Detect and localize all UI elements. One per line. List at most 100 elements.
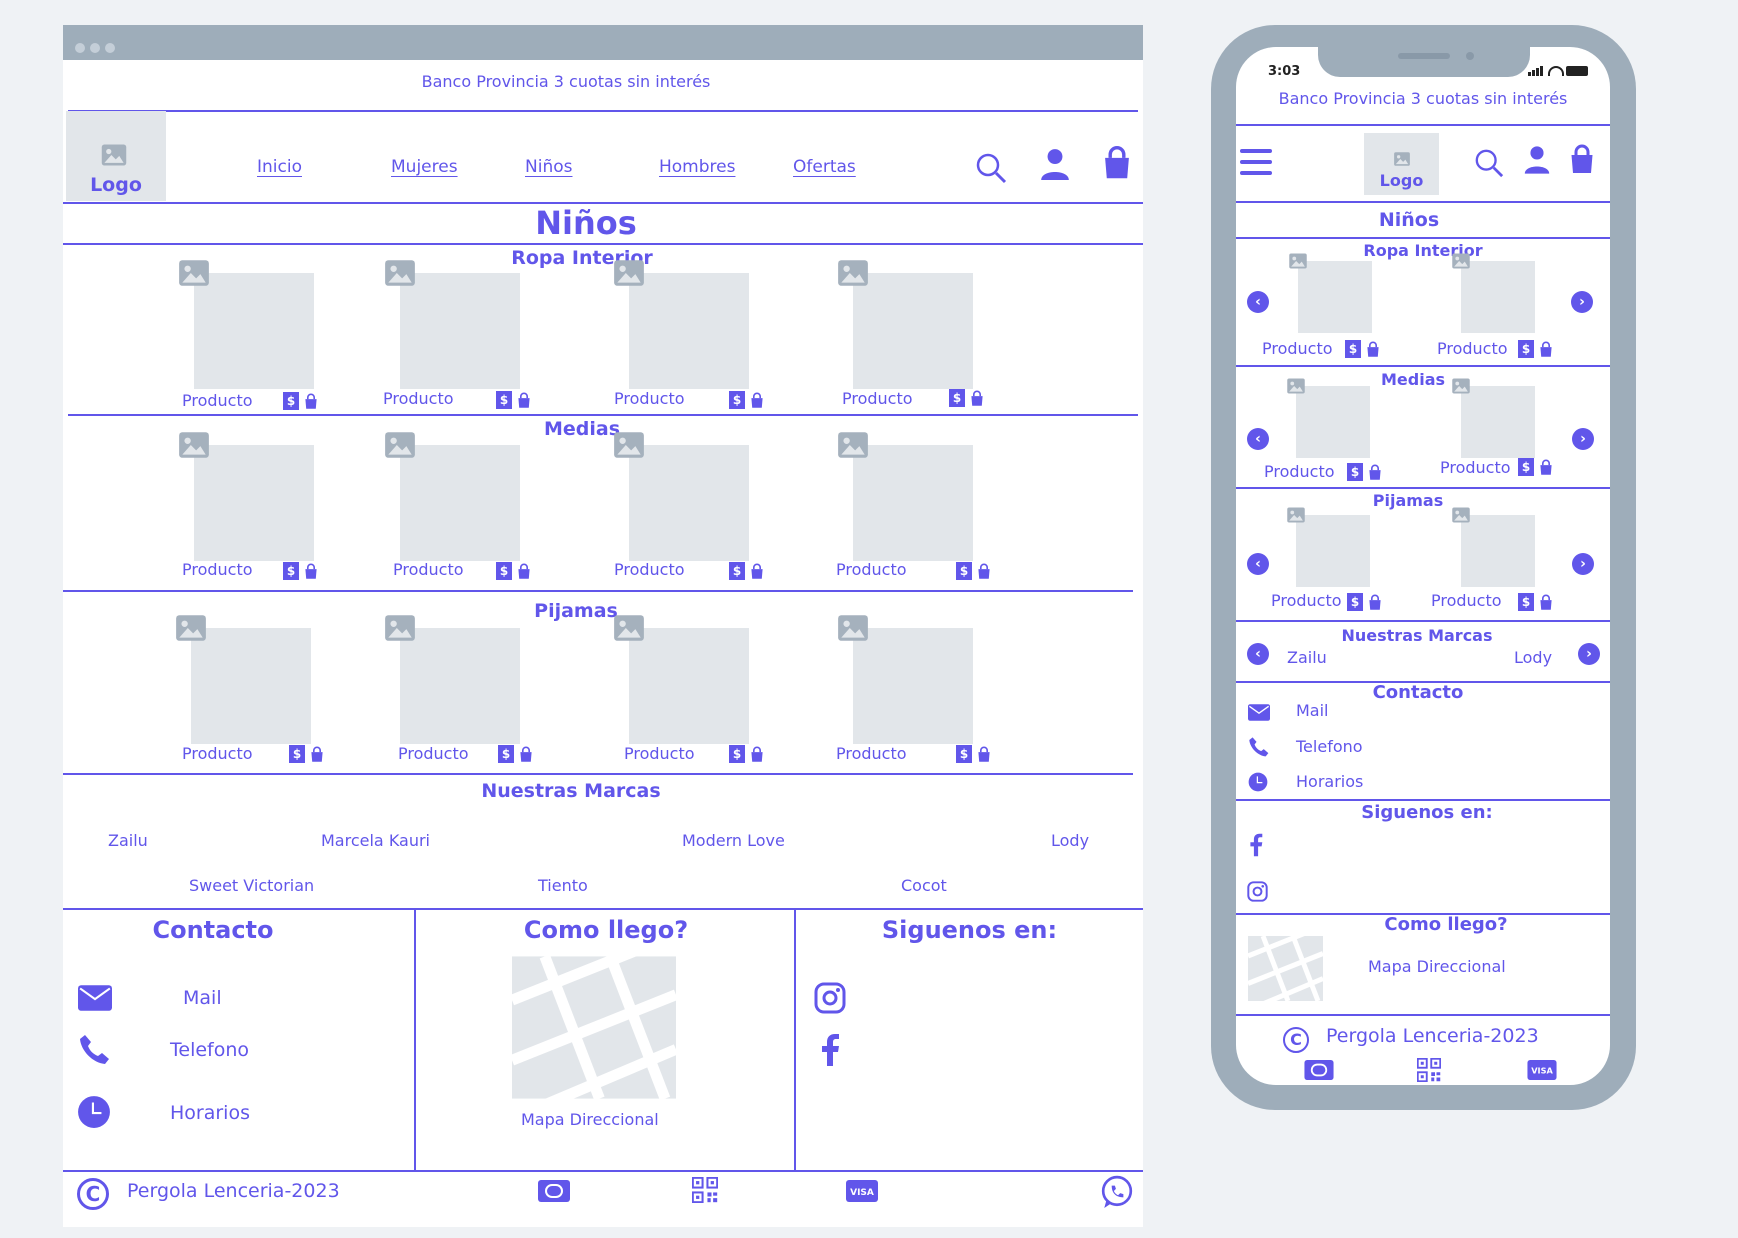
carousel-prev-icon[interactable]: ‹ [1247, 643, 1269, 665]
price-icon[interactable]: $ [289, 745, 305, 763]
phone-icon[interactable] [1248, 736, 1269, 757]
brand-link[interactable]: Modern Love [682, 831, 785, 850]
map-image[interactable] [512, 955, 676, 1100]
product-image[interactable] [1461, 261, 1535, 333]
map-label[interactable]: Mapa Direccional [1368, 957, 1506, 976]
image-icon [382, 611, 418, 645]
how-title: Como llego? [523, 916, 689, 944]
mail-icon[interactable] [1248, 704, 1270, 721]
instagram-icon[interactable] [1247, 881, 1268, 902]
phone-screen: 3:03 Banco Provincia 3 cuotas sin interé… [1236, 47, 1610, 1085]
brands-title: Nuestras Marcas [1341, 626, 1493, 645]
add-to-cart-icon[interactable] [1538, 594, 1554, 611]
product-name[interactable]: Producto [1264, 462, 1335, 481]
divider [63, 1170, 1143, 1172]
product-image[interactable] [1461, 386, 1535, 458]
map-label[interactable]: Mapa Direccional [521, 1110, 659, 1129]
contact-mail[interactable]: Mail [1296, 701, 1329, 720]
divider [63, 908, 1143, 910]
add-to-cart-icon[interactable] [1538, 341, 1554, 358]
contact-telefono[interactable]: Telefono [170, 1039, 249, 1061]
brand-link[interactable]: Tiento [538, 876, 588, 895]
carousel-prev-icon[interactable]: ‹ [1247, 291, 1269, 313]
product-name[interactable]: Producto [836, 744, 907, 763]
add-to-cart-icon[interactable] [518, 746, 534, 763]
add-to-cart-icon[interactable] [1367, 464, 1383, 481]
brand-link[interactable]: Zailu [1287, 648, 1327, 667]
carousel-next-icon[interactable]: › [1578, 643, 1600, 665]
copyright-icon: C [77, 1178, 109, 1210]
image-icon [1450, 505, 1472, 525]
product-name[interactable]: Producto [1262, 339, 1333, 358]
carousel-prev-icon[interactable]: ‹ [1247, 553, 1269, 575]
product-image[interactable] [1296, 515, 1370, 587]
brand-link[interactable]: Marcela Kauri [321, 831, 430, 850]
contact-mail[interactable]: Mail [183, 987, 222, 1009]
image-icon [1285, 505, 1307, 525]
contact-horarios[interactable]: Horarios [170, 1102, 250, 1124]
divider [1236, 799, 1610, 801]
mail-icon[interactable] [78, 985, 112, 1011]
divider [794, 910, 796, 1171]
price-icon[interactable]: $ [1347, 463, 1363, 481]
carousel-next-icon[interactable]: › [1571, 291, 1593, 313]
contact-telefono[interactable]: Telefono [1296, 737, 1363, 756]
price-icon[interactable]: $ [729, 745, 745, 763]
brand-link[interactable]: Zailu [108, 831, 148, 850]
price-icon[interactable]: $ [498, 745, 514, 763]
add-to-cart-icon[interactable] [1367, 594, 1383, 611]
qr-code-icon [1417, 1058, 1441, 1082]
add-to-cart-icon[interactable] [1365, 341, 1381, 358]
price-icon[interactable]: $ [1518, 593, 1534, 611]
product-image[interactable] [853, 628, 973, 744]
facebook-icon[interactable] [820, 1034, 840, 1066]
price-icon[interactable]: $ [1518, 458, 1534, 476]
facebook-icon[interactable] [1249, 833, 1263, 857]
product-name[interactable]: Producto [398, 744, 469, 763]
product-name[interactable]: Producto [1431, 591, 1502, 610]
contact-horarios[interactable]: Horarios [1296, 772, 1363, 791]
brands-title: Nuestras Marcas [481, 780, 661, 802]
instagram-icon[interactable] [814, 982, 846, 1014]
product-name[interactable]: Producto [1437, 339, 1508, 358]
product-name[interactable]: Producto [182, 744, 253, 763]
credit-card-icon [538, 1180, 570, 1202]
product-image[interactable] [400, 628, 520, 744]
brand-link[interactable]: Cocot [901, 876, 947, 895]
follow-title: Siguenos en: [881, 916, 1058, 944]
whatsapp-icon[interactable] [1100, 1175, 1134, 1209]
phone-icon[interactable] [78, 1033, 110, 1065]
add-to-cart-icon[interactable] [976, 746, 992, 763]
price-icon[interactable]: $ [956, 745, 972, 763]
product-name[interactable]: Producto [624, 744, 695, 763]
clock-icon [1248, 772, 1268, 792]
brand-link[interactable]: Lody [1051, 831, 1089, 850]
divider [1236, 1014, 1610, 1016]
add-to-cart-icon[interactable] [309, 746, 325, 763]
carousel-next-icon[interactable]: › [1572, 428, 1594, 450]
product-image[interactable] [1461, 515, 1535, 587]
credit-card-icon [1304, 1060, 1334, 1080]
product-name[interactable]: Producto [1440, 458, 1511, 477]
map-image[interactable] [1248, 932, 1323, 1005]
divider [414, 910, 416, 1171]
image-icon [1285, 376, 1307, 396]
add-to-cart-icon[interactable] [1538, 459, 1554, 476]
product-name[interactable]: Producto [1271, 591, 1342, 610]
brand-link[interactable]: Lody [1514, 648, 1552, 667]
product-image[interactable] [629, 628, 749, 744]
price-icon[interactable]: $ [1345, 340, 1361, 358]
price-icon[interactable]: $ [1518, 340, 1534, 358]
carousel-prev-icon[interactable]: ‹ [1247, 428, 1269, 450]
how-title: Como llego? [1384, 914, 1508, 935]
qr-code-icon [692, 1177, 718, 1203]
follow-title: Siguenos en: [1361, 802, 1493, 823]
price-icon[interactable]: $ [1347, 593, 1363, 611]
footer-copyright: Pergola Lenceria-2023 [1326, 1025, 1539, 1047]
add-to-cart-icon[interactable] [749, 746, 765, 763]
carousel-next-icon[interactable]: › [1572, 553, 1594, 575]
product-image[interactable] [1296, 386, 1370, 458]
product-image[interactable] [191, 628, 311, 744]
product-image[interactable] [1298, 261, 1372, 333]
brand-link[interactable]: Sweet Victorian [189, 876, 314, 895]
